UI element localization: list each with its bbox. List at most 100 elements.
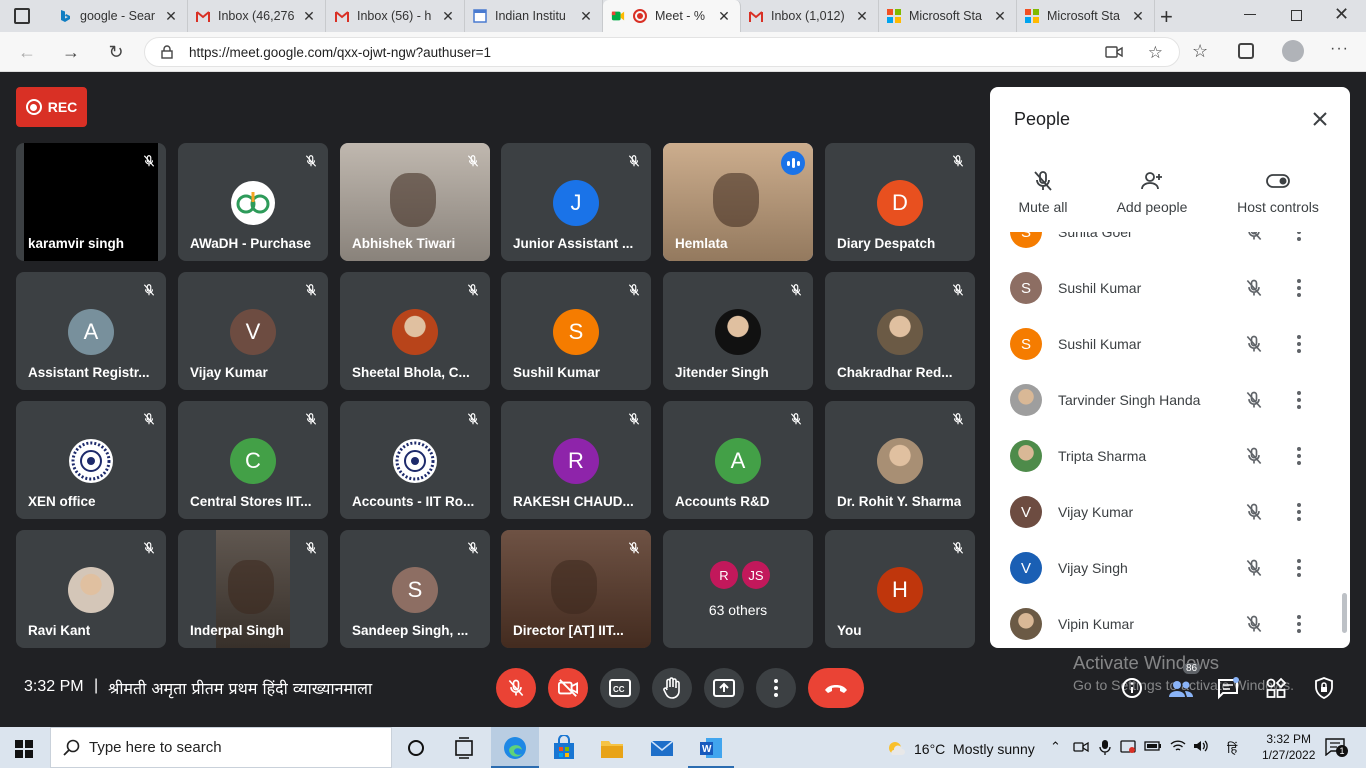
more-vert-icon[interactable] (1296, 390, 1302, 415)
participant-tile[interactable]: A Accounts R&D (663, 401, 813, 519)
more-vert-icon[interactable] (1296, 232, 1302, 247)
mic-off-icon[interactable] (1244, 334, 1264, 359)
browser-tab[interactable]: Microsoft Sta ✕ (879, 0, 1017, 32)
close-tab-icon[interactable]: ✕ (992, 8, 1008, 25)
mic-toggle-button[interactable] (496, 668, 536, 708)
participant-tile[interactable]: R JS 63 others (663, 530, 813, 648)
profile-avatar[interactable] (1282, 40, 1304, 62)
chat-button[interactable] (1216, 676, 1240, 700)
browser-tab[interactable]: Meet - % ✕ (603, 0, 741, 32)
favorites-icon[interactable]: ☆ (1192, 41, 1208, 62)
captions-button[interactable]: CC (600, 668, 640, 708)
scrollbar[interactable] (1342, 593, 1347, 633)
more-options-button[interactable] (756, 668, 796, 708)
show-hidden-icons[interactable]: ⌃ (1050, 739, 1061, 755)
restore-button[interactable] (1291, 10, 1302, 21)
participant-tile[interactable]: A Assistant Registr... (16, 272, 166, 390)
refresh-button[interactable]: ↻ (101, 38, 131, 66)
collections-icon[interactable] (1238, 43, 1254, 59)
notification-center-button[interactable]: 1 (1325, 738, 1348, 761)
participant-row[interactable]: V Vijay Kumar (990, 484, 1350, 540)
browser-tab[interactable]: google - Sear ✕ (50, 0, 188, 32)
participant-tile[interactable]: D Diary Despatch (825, 143, 975, 261)
edge-icon[interactable] (502, 735, 528, 761)
close-panel-button[interactable] (1308, 107, 1332, 131)
close-tab-icon[interactable]: ✕ (716, 8, 732, 25)
participant-row[interactable]: Vipin Kumar (990, 596, 1350, 648)
close-tab-icon[interactable]: ✕ (440, 8, 456, 25)
store-icon[interactable] (551, 734, 577, 761)
participant-tile[interactable]: V Vijay Kumar (178, 272, 328, 390)
settings-more-icon[interactable]: ··· (1330, 40, 1349, 58)
close-tab-icon[interactable]: ✕ (163, 8, 179, 25)
add-favorite-icon[interactable]: ☆ (1148, 43, 1163, 63)
forward-button[interactable]: → (56, 38, 86, 66)
participant-tile[interactable]: AWaDH - Purchase (178, 143, 328, 261)
raise-hand-button[interactable] (652, 668, 692, 708)
participant-tile[interactable]: Hemlata (663, 143, 813, 261)
more-vert-icon[interactable] (1296, 334, 1302, 359)
browser-tab[interactable]: Microsoft Sta ✕ (1017, 0, 1155, 32)
participant-row[interactable]: S Sushil Kumar (990, 260, 1350, 316)
participant-tile[interactable]: Accounts - IIT Ro... (340, 401, 490, 519)
mic-off-icon[interactable] (1244, 558, 1264, 583)
more-vert-icon[interactable] (1296, 502, 1302, 527)
participant-tile[interactable]: J Junior Assistant ... (501, 143, 651, 261)
system-clock[interactable]: 3:32 PM 1/27/2022 (1262, 731, 1315, 763)
participant-tile[interactable]: R RAKESH CHAUD... (501, 401, 651, 519)
camera-toggle-button[interactable] (548, 668, 588, 708)
browser-tab[interactable]: Inbox (56) - h ✕ (327, 0, 465, 32)
meeting-details-button[interactable] (1120, 676, 1144, 700)
wifi-icon[interactable] (1170, 739, 1186, 756)
close-tab-icon[interactable]: ✕ (301, 8, 317, 25)
mic-off-icon[interactable] (1244, 502, 1264, 527)
activities-button[interactable] (1264, 676, 1288, 700)
more-vert-icon[interactable] (1296, 278, 1302, 303)
participant-row[interactable]: Tripta Sharma (990, 428, 1350, 484)
leave-call-button[interactable] (808, 668, 864, 708)
participant-tile[interactable]: Sheetal Bhola, C... (340, 272, 490, 390)
close-tab-icon[interactable]: ✕ (854, 8, 870, 25)
taskbar-search-box[interactable]: Type here to search (50, 727, 392, 768)
volume-icon[interactable] (1193, 739, 1209, 756)
more-vert-icon[interactable] (1296, 558, 1302, 583)
add-people-button[interactable]: Add people (1097, 169, 1207, 215)
host-controls-button[interactable]: Host controls (1223, 169, 1333, 215)
back-button[interactable]: ← (12, 38, 42, 66)
new-tab-button[interactable]: + (1160, 4, 1173, 30)
start-button[interactable] (15, 740, 33, 763)
participant-row[interactable]: S Sunita Goel (990, 232, 1350, 260)
participant-row[interactable]: V Vijay Singh (990, 540, 1350, 596)
mic-off-icon[interactable] (1244, 614, 1264, 639)
screen-share-tray-icon[interactable] (1120, 739, 1136, 758)
participant-tile[interactable]: Jitender Singh (663, 272, 813, 390)
browser-tab[interactable]: Indian Institu ✕ (465, 0, 603, 32)
mic-off-icon[interactable] (1244, 446, 1264, 471)
mic-off-icon[interactable] (1244, 232, 1264, 247)
participant-tile[interactable]: Abhishek Tiwari (340, 143, 490, 261)
present-button[interactable] (704, 668, 744, 708)
camera-icon[interactable] (1105, 45, 1123, 62)
lock-icon[interactable] (161, 45, 173, 59)
participant-row[interactable]: S Sushil Kumar (990, 316, 1350, 372)
participant-tile[interactable]: S Sandeep Singh, ... (340, 530, 490, 648)
close-window-button[interactable]: ✕ (1334, 4, 1349, 25)
participant-row[interactable]: Tarvinder Singh Handa (990, 372, 1350, 428)
participant-tile[interactable]: Chakradhar Red... (825, 272, 975, 390)
minimize-button[interactable] (1244, 14, 1256, 15)
close-tab-icon[interactable]: ✕ (578, 8, 594, 25)
more-vert-icon[interactable] (1296, 446, 1302, 471)
meet-notify-icon[interactable] (1073, 739, 1089, 758)
mail-icon[interactable] (649, 735, 675, 761)
weather-widget[interactable]: 16°C Mostly sunny (886, 739, 1035, 759)
battery-icon[interactable] (1144, 739, 1162, 756)
people-button[interactable] (1168, 676, 1193, 700)
mute-all-button[interactable]: Mute all (990, 169, 1098, 215)
participant-list[interactable]: S Sunita Goel S Sushil Kumar S Sushil Kumar Ta… (990, 232, 1350, 648)
word-icon[interactable]: W (698, 735, 724, 761)
participant-tile[interactable]: Dr. Rohit Y. Sharma (825, 401, 975, 519)
participant-tile[interactable]: XEN office (16, 401, 166, 519)
browser-tab[interactable]: Inbox (1,012) ✕ (741, 0, 879, 32)
browser-tab[interactable]: Inbox (46,276 ✕ (188, 0, 326, 32)
participant-tile[interactable]: karamvir singh (16, 143, 166, 261)
